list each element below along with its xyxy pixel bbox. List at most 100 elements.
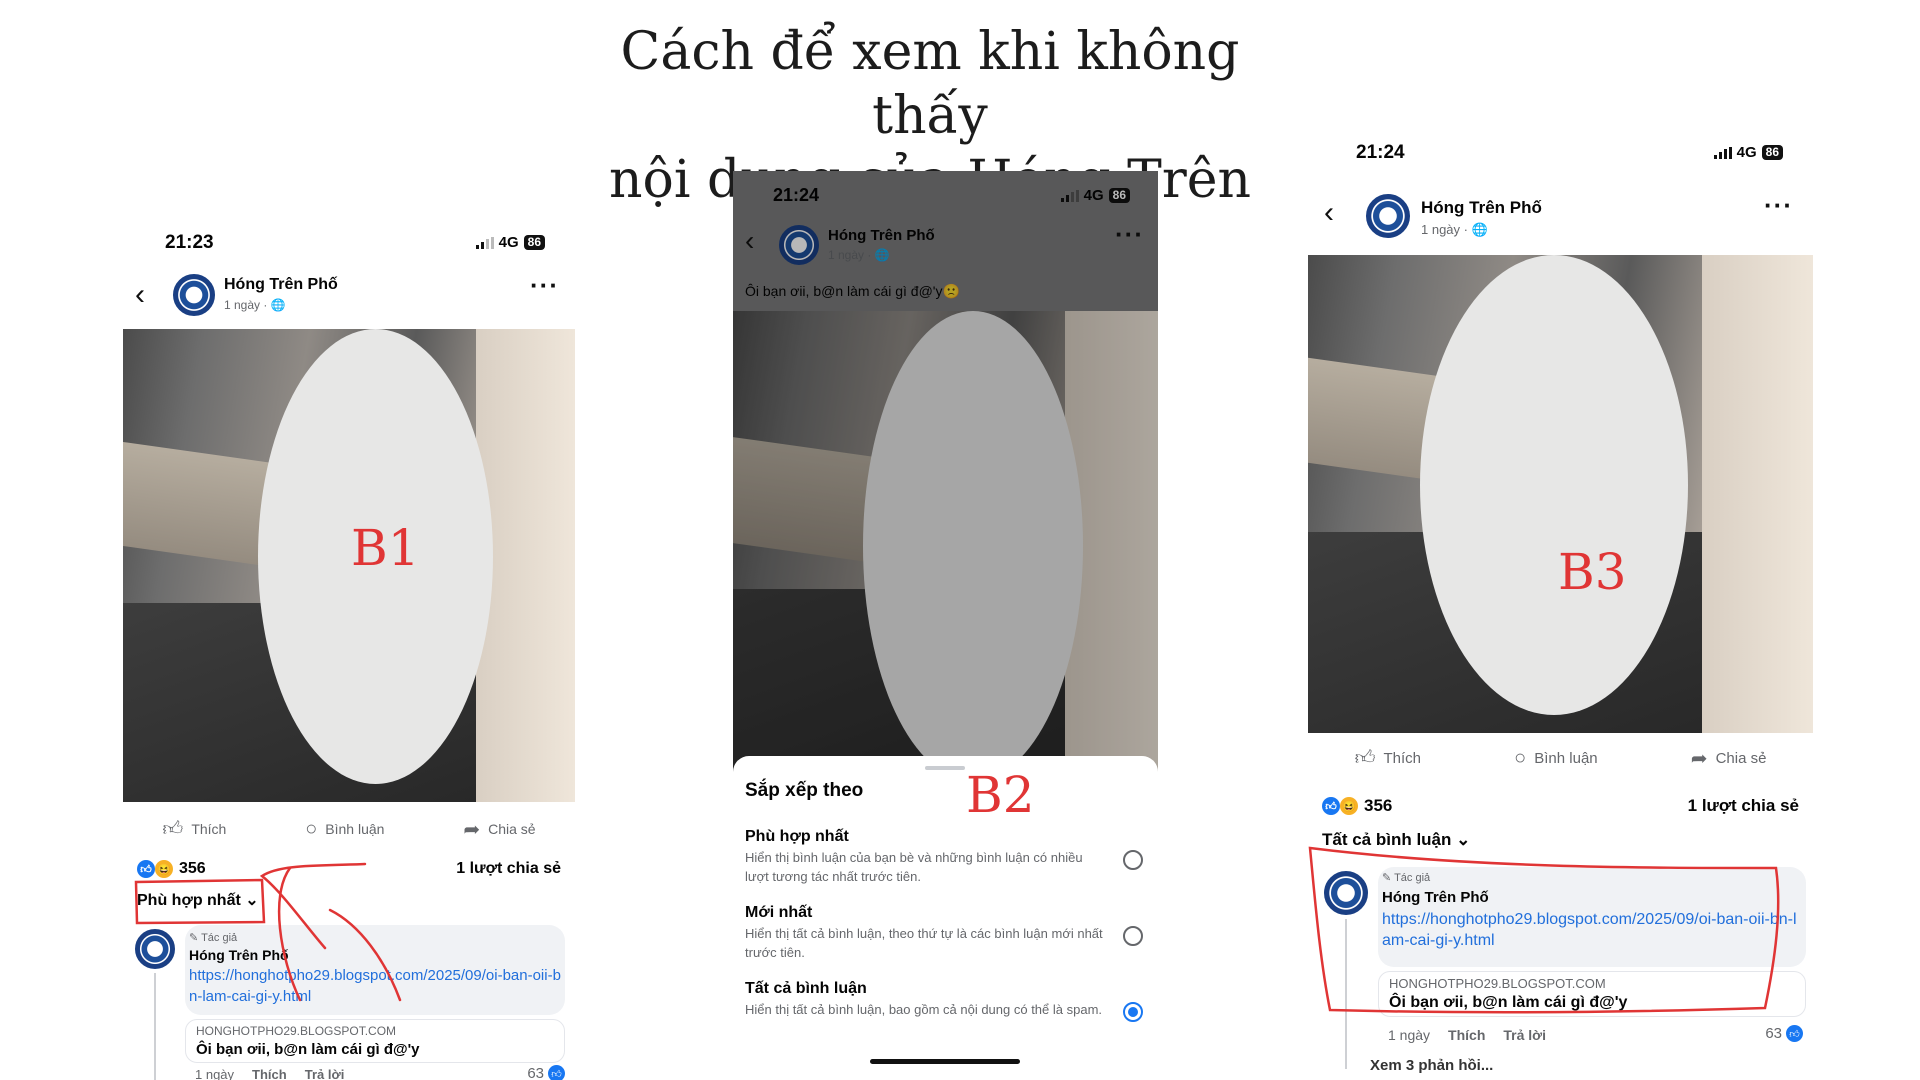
sort-label: Tất cả bình luận <box>1322 830 1452 849</box>
author-tag-text: Tác giả <box>201 932 238 944</box>
more-dots-icon[interactable]: ··· <box>530 270 559 301</box>
post-actions: 👍︎ Thích ○ Bình luận ➦ Chia sẻ <box>1308 740 1813 776</box>
page-name[interactable]: Hóng Trên Phố <box>1421 198 1542 218</box>
like-label: Thích <box>191 821 227 837</box>
post-age: 1 ngày · 🌐 <box>224 298 286 312</box>
globe-icon: 🌐 <box>270 298 286 312</box>
phone-step-2: 21:24 4G 86 ‹ Hóng Trên Phố 1 ngày · 🌐 ·… <box>733 171 1158 1080</box>
sheet-grabber[interactable] <box>925 766 965 770</box>
share-count[interactable]: 1 lượt chia sẻ <box>456 860 561 878</box>
home-indicator <box>870 1059 1020 1064</box>
chevron-down-icon: ⌄ <box>245 892 259 909</box>
blurred-subject <box>1420 255 1688 715</box>
comment-button[interactable]: ○ Bình luận <box>305 818 384 841</box>
modal-dim[interactable] <box>733 171 1158 791</box>
author-tag: ✎ Tác giả <box>1382 871 1430 884</box>
comment-like-button[interactable]: Thích <box>1448 1027 1485 1043</box>
status-indicators: 4G 86 <box>475 234 545 251</box>
comment-avatar[interactable] <box>1324 871 1368 915</box>
like-reaction-icon: 👍︎ <box>137 860 155 878</box>
post-age-text: 1 ngày <box>224 298 261 312</box>
haha-reaction-icon: 😆 <box>155 860 173 878</box>
back-chevron-icon[interactable]: ‹ <box>135 278 145 312</box>
thumbs-up-icon: 👍︎ <box>162 818 184 840</box>
signal-icon <box>1713 146 1732 159</box>
tutorial-canvas: Cách để xem khi không thấy nội dung của … <box>0 0 1920 1080</box>
comment-sort-dropdown[interactable]: Tất cả bình luận ⌄ <box>1322 830 1470 850</box>
comment-link[interactable]: https://honghotpho29.blogspot.com/2025/0… <box>189 965 561 1007</box>
post-actions: 👍︎ Thích ○ Bình luận ➦ Chia sẻ <box>123 813 575 845</box>
page-name[interactable]: Hóng Trên Phố <box>224 276 338 294</box>
battery-icon: 86 <box>1761 145 1783 160</box>
like-reaction-icon: 👍︎ <box>1322 797 1340 815</box>
post-photo[interactable]: B3 <box>1308 255 1813 733</box>
comment-bubble: ✎ Tác giả Hóng Trên Phố https://honghotp… <box>185 925 565 1015</box>
share-button[interactable]: ➦ Chia sẻ <box>463 817 535 842</box>
like-button[interactable]: 👍︎ Thích <box>1355 746 1421 770</box>
option-title: Phù hợp nhất <box>745 828 849 845</box>
comment-age: 1 ngày <box>1388 1027 1431 1043</box>
comment-sort-dropdown[interactable]: Phù hợp nhất ⌄ <box>137 890 259 910</box>
comment-like-count: 63 👍︎ <box>527 1065 565 1080</box>
pencil-icon: ✎ <box>1382 872 1392 884</box>
radio-icon[interactable] <box>1123 1002 1143 1022</box>
link-preview[interactable]: HONGHOTPHO29.BLOGSPOT.COM Ôi bạn ơii, b@… <box>1378 971 1806 1017</box>
post-age-text: 1 ngày <box>1421 222 1461 237</box>
preview-domain: HONGHOTPHO29.BLOGSPOT.COM <box>1389 976 1606 991</box>
share-button[interactable]: ➦ Chia sẻ <box>1691 746 1767 771</box>
comment-label: Bình luận <box>325 821 385 837</box>
status-indicators: 4G 86 <box>1713 144 1783 161</box>
option-title: Tất cả bình luận <box>745 980 867 997</box>
link-preview[interactable]: HONGHOTPHO29.BLOGSPOT.COM Ôi bạn ơii, b@… <box>185 1019 565 1063</box>
comment-avatar[interactable] <box>135 929 175 969</box>
sort-label: Phù hợp nhất <box>137 892 241 909</box>
comment-author[interactable]: Hóng Trên Phố <box>1382 889 1489 906</box>
page-avatar[interactable] <box>1366 194 1410 238</box>
status-time: 21:23 <box>165 232 214 253</box>
reaction-summary[interactable]: 👍︎ 😆 356 <box>1322 796 1392 816</box>
share-label: Chia sẻ <box>1715 749 1767 767</box>
option-title: Mới nhất <box>745 904 813 921</box>
radio-icon[interactable] <box>1123 926 1143 946</box>
reaction-summary[interactable]: 👍︎ 😆 356 <box>137 860 206 878</box>
battery-icon: 86 <box>523 235 545 250</box>
author-tag-text: Tác giả <box>1394 872 1431 884</box>
comment-button[interactable]: ○ Bình luận <box>1514 747 1597 770</box>
globe-icon: 🌐 <box>1471 222 1488 237</box>
more-dots-icon[interactable]: ··· <box>1764 190 1793 221</box>
post-stats: 👍︎ 😆 356 1 lượt chia sẻ <box>123 856 575 882</box>
back-chevron-icon[interactable]: ‹ <box>1324 196 1334 230</box>
headline-line-1: Cách để xem khi không thấy <box>620 22 1240 146</box>
preview-title: Ôi bạn ơii, b@n làm cái gì đ@'y <box>1389 994 1628 1011</box>
post-stats: 👍︎ 😆 356 1 lượt chia sẻ <box>1308 792 1813 820</box>
post-photo[interactable]: B1 <box>123 329 575 802</box>
like-button[interactable]: 👍︎ Thích <box>162 817 226 841</box>
network-label: 4G <box>1736 144 1757 161</box>
comment-bubble-icon: ○ <box>1514 746 1527 769</box>
view-replies-link[interactable]: Xem 3 phản hồi... <box>1370 1057 1493 1074</box>
sort-sheet: Sắp xếp theo B2 Phù hợp nhất Hiển thị bì… <box>733 756 1158 1080</box>
option-desc: Hiển thị bình luận của bạn bè và những b… <box>745 850 1083 884</box>
haha-reaction-icon: 😆 <box>1340 797 1358 815</box>
comment-like-number: 63 <box>1765 1025 1782 1042</box>
network-label: 4G <box>498 234 519 251</box>
comment-reply-button[interactable]: Trả lời <box>305 1067 345 1080</box>
signal-icon <box>475 236 494 249</box>
option-desc: Hiển thị tất cả bình luận, bao gồm cả nộ… <box>745 1002 1103 1017</box>
thumbs-up-icon: 👍︎ <box>548 1065 565 1080</box>
post-header: ‹ Hóng Trên Phố 1 ngày · 🌐 ··· <box>1308 190 1813 248</box>
comment-reply-button[interactable]: Trả lời <box>1503 1027 1546 1043</box>
comment-author[interactable]: Hóng Trên Phố <box>189 947 289 963</box>
share-arrow-icon: ➦ <box>1690 747 1708 770</box>
comment-like-button[interactable]: Thích <box>252 1067 287 1080</box>
preview-title: Ôi bạn ơii, b@n làm cái gì đ@'y <box>196 1041 420 1058</box>
sheet-title: Sắp xếp theo <box>745 780 864 801</box>
radio-icon[interactable] <box>1123 850 1143 870</box>
post-age: 1 ngày · 🌐 <box>1421 222 1488 237</box>
thumbs-up-icon: 👍︎ <box>1786 1025 1803 1042</box>
comment-link[interactable]: https://honghotpho29.blogspot.com/2025/0… <box>1382 909 1798 951</box>
page-avatar[interactable] <box>173 274 215 316</box>
phone-step-3: 21:24 4G 86 ‹ Hóng Trên Phố 1 ngày · 🌐 ·… <box>1308 140 1813 1080</box>
like-label: Thích <box>1383 749 1421 767</box>
share-count[interactable]: 1 lượt chia sẻ <box>1688 796 1799 816</box>
